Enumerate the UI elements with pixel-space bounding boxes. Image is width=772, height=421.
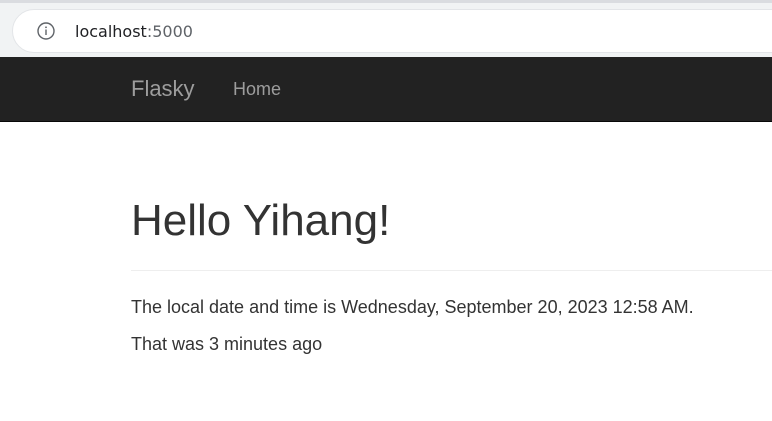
nav-home-link[interactable]: Home xyxy=(233,78,281,100)
browser-toolbar: localhost:5000 xyxy=(0,0,772,57)
relative-time-text: That was 3 minutes ago xyxy=(131,334,323,354)
main-content: Hello Yihang! The local date and time is… xyxy=(131,122,772,355)
info-icon[interactable] xyxy=(37,22,55,40)
url-text[interactable]: localhost:5000 xyxy=(75,21,193,43)
datetime-text: The local date and time is Wednesday, Se… xyxy=(131,297,694,317)
url-port: :5000 xyxy=(146,22,193,41)
page-header: Hello Yihang! xyxy=(131,122,772,271)
navbar: Flasky Home xyxy=(0,57,772,122)
url-host: localhost xyxy=(75,22,147,41)
address-bar[interactable]: localhost:5000 xyxy=(12,9,772,53)
navbar-brand-link[interactable]: Flasky xyxy=(131,75,195,103)
page-title: Hello Yihang! xyxy=(131,196,391,245)
